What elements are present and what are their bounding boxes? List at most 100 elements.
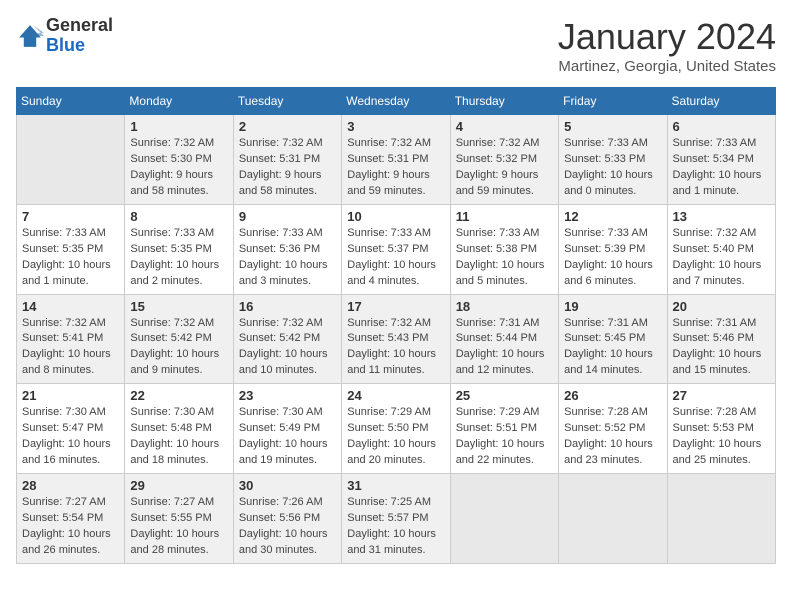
day-number: 15 [130, 299, 227, 314]
day-info: Sunrise: 7:32 AM Sunset: 5:30 PM Dayligh… [130, 136, 227, 200]
day-info: Sunrise: 7:32 AM Sunset: 5:31 PM Dayligh… [347, 136, 444, 200]
day-info: Sunrise: 7:26 AM Sunset: 5:56 PM Dayligh… [239, 495, 336, 559]
day-info: Sunrise: 7:32 AM Sunset: 5:31 PM Dayligh… [239, 136, 336, 200]
day-number: 8 [130, 209, 227, 224]
calendar-cell: 5 Sunrise: 7:33 AM Sunset: 5:33 PM Daylig… [559, 115, 667, 205]
calendar-cell: 22Sunrise: 7:30 AM Sunset: 5:48 PM Dayli… [125, 384, 233, 474]
day-number: 22 [130, 388, 227, 403]
day-number: 31 [347, 478, 444, 493]
day-header-saturday: Saturday [667, 88, 775, 115]
calendar-cell: 20 Sunrise: 7:31 AM Sunset: 5:46 PM Dayli… [667, 294, 775, 384]
day-info: Sunrise: 7:28 AM Sunset: 5:53 PM Dayligh… [673, 405, 770, 469]
day-number: 25 [456, 388, 553, 403]
calendar-cell: 23 Sunrise: 7:30 AM Sunset: 5:49 PM Dayli… [233, 384, 341, 474]
calendar-cell: 16 Sunrise: 7:32 AM Sunset: 5:42 PM Dayli… [233, 294, 341, 384]
calendar-cell: 21 Sunrise: 7:30 AM Sunset: 5:47 PM Dayli… [17, 384, 125, 474]
day-info: Sunrise: 7:27 AM Sunset: 5:55 PM Dayligh… [130, 495, 227, 559]
day-info: Sunrise: 7:29 AM Sunset: 5:51 PM Dayligh… [456, 405, 553, 469]
calendar-cell: 14 Sunrise: 7:32 AM Sunset: 5:41 PM Dayli… [17, 294, 125, 384]
calendar-cell: 8 Sunrise: 7:33 AM Sunset: 5:35 PM Daylig… [125, 204, 233, 294]
logo-blue-text: Blue [46, 35, 85, 55]
day-number: 18 [456, 299, 553, 314]
calendar-cell: 26 Sunrise: 7:28 AM Sunset: 5:52 PM Dayli… [559, 384, 667, 474]
calendar-table: SundayMondayTuesdayWednesdayThursdayFrid… [16, 87, 776, 564]
day-info: Sunrise: 7:33 AM Sunset: 5:33 PM Dayligh… [564, 136, 661, 200]
calendar-cell: 15 Sunrise: 7:32 AM Sunset: 5:42 PM Dayli… [125, 294, 233, 384]
day-info: Sunrise: 7:33 AM Sunset: 5:37 PM Dayligh… [347, 226, 444, 290]
calendar-cell: 4Sunrise: 7:32 AM Sunset: 5:32 PM Daylig… [450, 115, 558, 205]
calendar-cell: 10 Sunrise: 7:33 AM Sunset: 5:37 PM Dayli… [342, 204, 450, 294]
calendar-cell: 1 Sunrise: 7:32 AM Sunset: 5:30 PM Daylig… [125, 115, 233, 205]
day-number: 23 [239, 388, 336, 403]
day-info: Sunrise: 7:25 AM Sunset: 5:57 PM Dayligh… [347, 495, 444, 559]
day-number: 6 [673, 119, 770, 134]
calendar-cell: 9Sunrise: 7:33 AM Sunset: 5:36 PM Daylig… [233, 204, 341, 294]
calendar-cell: 13 Sunrise: 7:32 AM Sunset: 5:40 PM Dayli… [667, 204, 775, 294]
day-number: 19 [564, 299, 661, 314]
day-info: Sunrise: 7:33 AM Sunset: 5:36 PM Dayligh… [239, 226, 336, 290]
calendar-cell: 24Sunrise: 7:29 AM Sunset: 5:50 PM Dayli… [342, 384, 450, 474]
day-info: Sunrise: 7:31 AM Sunset: 5:44 PM Dayligh… [456, 316, 553, 380]
calendar-cell: 31 Sunrise: 7:25 AM Sunset: 5:57 PM Dayli… [342, 474, 450, 564]
day-number: 17 [347, 299, 444, 314]
day-header-sunday: Sunday [17, 88, 125, 115]
day-info: Sunrise: 7:33 AM Sunset: 5:35 PM Dayligh… [130, 226, 227, 290]
day-info: Sunrise: 7:33 AM Sunset: 5:39 PM Dayligh… [564, 226, 661, 290]
calendar-cell: 2 Sunrise: 7:32 AM Sunset: 5:31 PM Daylig… [233, 115, 341, 205]
calendar-cell: 25 Sunrise: 7:29 AM Sunset: 5:51 PM Dayli… [450, 384, 558, 474]
calendar-cell: 3 Sunrise: 7:32 AM Sunset: 5:31 PM Daylig… [342, 115, 450, 205]
day-header-tuesday: Tuesday [233, 88, 341, 115]
day-number: 26 [564, 388, 661, 403]
day-number: 2 [239, 119, 336, 134]
day-number: 28 [22, 478, 119, 493]
day-info: Sunrise: 7:28 AM Sunset: 5:52 PM Dayligh… [564, 405, 661, 469]
calendar-cell [17, 115, 125, 205]
day-info: Sunrise: 7:32 AM Sunset: 5:32 PM Dayligh… [456, 136, 553, 200]
day-number: 7 [22, 209, 119, 224]
day-number: 27 [673, 388, 770, 403]
calendar-cell: 19Sunrise: 7:31 AM Sunset: 5:45 PM Dayli… [559, 294, 667, 384]
day-info: Sunrise: 7:32 AM Sunset: 5:43 PM Dayligh… [347, 316, 444, 380]
day-info: Sunrise: 7:30 AM Sunset: 5:49 PM Dayligh… [239, 405, 336, 469]
day-number: 5 [564, 119, 661, 134]
calendar-cell: 18 Sunrise: 7:31 AM Sunset: 5:44 PM Dayli… [450, 294, 558, 384]
day-info: Sunrise: 7:32 AM Sunset: 5:40 PM Dayligh… [673, 226, 770, 290]
day-info: Sunrise: 7:32 AM Sunset: 5:42 PM Dayligh… [130, 316, 227, 380]
logo-general-text: General [46, 15, 113, 35]
day-number: 3 [347, 119, 444, 134]
calendar-cell: 30 Sunrise: 7:26 AM Sunset: 5:56 PM Dayli… [233, 474, 341, 564]
calendar-cell: 11 Sunrise: 7:33 AM Sunset: 5:38 PM Dayli… [450, 204, 558, 294]
logo: General Blue [16, 16, 113, 56]
calendar-cell: 17 Sunrise: 7:32 AM Sunset: 5:43 PM Dayli… [342, 294, 450, 384]
day-header-thursday: Thursday [450, 88, 558, 115]
day-number: 20 [673, 299, 770, 314]
day-number: 14 [22, 299, 119, 314]
calendar-header-row: SundayMondayTuesdayWednesdayThursdayFrid… [17, 88, 776, 115]
calendar-week-row: 14 Sunrise: 7:32 AM Sunset: 5:41 PM Dayli… [17, 294, 776, 384]
calendar-cell: 29Sunrise: 7:27 AM Sunset: 5:55 PM Dayli… [125, 474, 233, 564]
calendar-week-row: 1 Sunrise: 7:32 AM Sunset: 5:30 PM Daylig… [17, 115, 776, 205]
day-header-friday: Friday [559, 88, 667, 115]
calendar-cell: 27 Sunrise: 7:28 AM Sunset: 5:53 PM Dayli… [667, 384, 775, 474]
day-info: Sunrise: 7:32 AM Sunset: 5:41 PM Dayligh… [22, 316, 119, 380]
day-number: 16 [239, 299, 336, 314]
day-number: 13 [673, 209, 770, 224]
logo-icon [16, 22, 44, 50]
calendar-cell [559, 474, 667, 564]
day-number: 1 [130, 119, 227, 134]
day-number: 10 [347, 209, 444, 224]
calendar-cell: 7Sunrise: 7:33 AM Sunset: 5:35 PM Daylig… [17, 204, 125, 294]
day-info: Sunrise: 7:31 AM Sunset: 5:46 PM Dayligh… [673, 316, 770, 380]
day-number: 24 [347, 388, 444, 403]
day-number: 30 [239, 478, 336, 493]
calendar-cell: 12Sunrise: 7:33 AM Sunset: 5:39 PM Dayli… [559, 204, 667, 294]
calendar-week-row: 28Sunrise: 7:27 AM Sunset: 5:54 PM Dayli… [17, 474, 776, 564]
calendar-week-row: 7 Sunrise: 7:33 AM Sunset: 5:35 PM Daylig… [17, 204, 776, 294]
location-text: Martinez, Georgia, United States [558, 58, 776, 75]
day-header-monday: Monday [125, 88, 233, 115]
day-number: 11 [456, 209, 553, 224]
day-info: Sunrise: 7:32 AM Sunset: 5:42 PM Dayligh… [239, 316, 336, 380]
day-info: Sunrise: 7:33 AM Sunset: 5:38 PM Dayligh… [456, 226, 553, 290]
day-number: 21 [22, 388, 119, 403]
day-info: Sunrise: 7:30 AM Sunset: 5:47 PM Dayligh… [22, 405, 119, 469]
